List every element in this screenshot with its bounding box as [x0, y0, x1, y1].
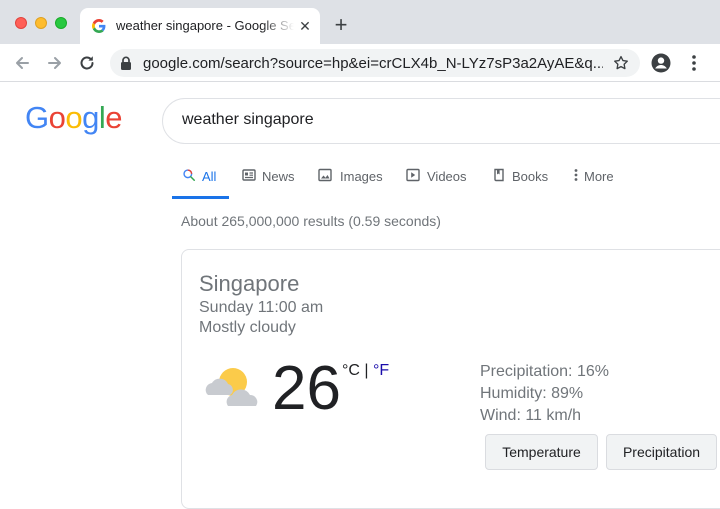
celsius-unit[interactable]: °C	[342, 362, 360, 379]
weather-details: Precipitation: 16% Humidity: 89% Wind: 1…	[480, 361, 609, 427]
partly-cloudy-icon	[205, 368, 258, 406]
precipitation-text: Precipitation: 16%	[480, 363, 609, 380]
tab-label: News	[262, 169, 295, 184]
temperature-button[interactable]: Temperature	[485, 434, 598, 470]
temperature-value: 26	[272, 354, 341, 423]
browser-tab[interactable]: weather singapore - Google Search ✕	[80, 8, 320, 44]
reload-icon[interactable]	[77, 53, 97, 73]
wind-text: Wind: 11 km/h	[480, 407, 582, 424]
weather-card: Singapore Sunday 11:00 am Mostly cloudy …	[181, 249, 720, 509]
humidity-text: Humidity: 89%	[480, 385, 584, 402]
weather-condition: Mostly cloudy	[199, 319, 296, 336]
browser-toolbar: google.com/search?source=hp&ei=crCLX4b_N…	[0, 44, 720, 82]
back-icon[interactable]	[12, 53, 32, 73]
address-bar[interactable]: google.com/search?source=hp&ei=crCLX4b_N…	[110, 49, 640, 77]
google-favicon-icon	[92, 19, 106, 33]
new-tab-button[interactable]: +	[330, 14, 352, 37]
window-maximize-button[interactable]	[55, 17, 67, 29]
logo-letter: g	[82, 100, 99, 135]
weather-datetime: Sunday 11:00 am	[199, 299, 324, 316]
search-input[interactable]: weather singapore	[182, 111, 314, 129]
image-icon	[318, 168, 332, 182]
tab-label: More	[584, 169, 614, 184]
news-icon	[242, 169, 256, 181]
tab-label: Books	[512, 169, 549, 184]
tab-close-icon[interactable]: ✕	[296, 17, 314, 35]
profile-avatar-icon[interactable]	[651, 53, 671, 73]
url-text[interactable]: google.com/search?source=hp&ei=crCLX4b_N…	[143, 55, 603, 72]
more-icon	[574, 169, 578, 181]
video-icon	[406, 168, 420, 182]
unit-separator: |	[364, 362, 369, 379]
window-minimize-button[interactable]	[35, 17, 47, 29]
search-icon	[183, 169, 196, 182]
search-box[interactable]: weather singapore	[162, 98, 720, 144]
logo-letter: e	[105, 100, 123, 135]
fahrenheit-unit[interactable]: °F	[373, 362, 389, 379]
browser-menu-icon[interactable]	[686, 53, 702, 73]
tab-label: Videos	[427, 169, 467, 184]
unit-toggle: °C | °F	[342, 362, 389, 380]
forward-icon[interactable]	[45, 53, 65, 73]
bookmark-star-icon[interactable]	[612, 54, 630, 72]
active-tab-indicator	[172, 196, 229, 199]
google-logo[interactable]: Google	[25, 100, 123, 136]
browser-tabstrip: weather singapore - Google Search ✕ +	[0, 0, 720, 44]
logo-letter: G	[25, 100, 49, 135]
result-stats: About 265,000,000 results (0.59 seconds)	[181, 213, 441, 229]
tab-label: All	[202, 169, 217, 184]
precipitation-button[interactable]: Precipitation	[606, 434, 717, 470]
book-icon	[494, 168, 504, 182]
logo-letter: o	[65, 100, 83, 135]
weather-location: Singapore	[199, 271, 300, 296]
lock-icon	[121, 56, 131, 70]
logo-letter: o	[48, 100, 66, 135]
window-close-button[interactable]	[15, 17, 27, 29]
tab-label: Images	[340, 169, 383, 184]
tab-title: weather singapore - Google Search	[116, 18, 294, 33]
